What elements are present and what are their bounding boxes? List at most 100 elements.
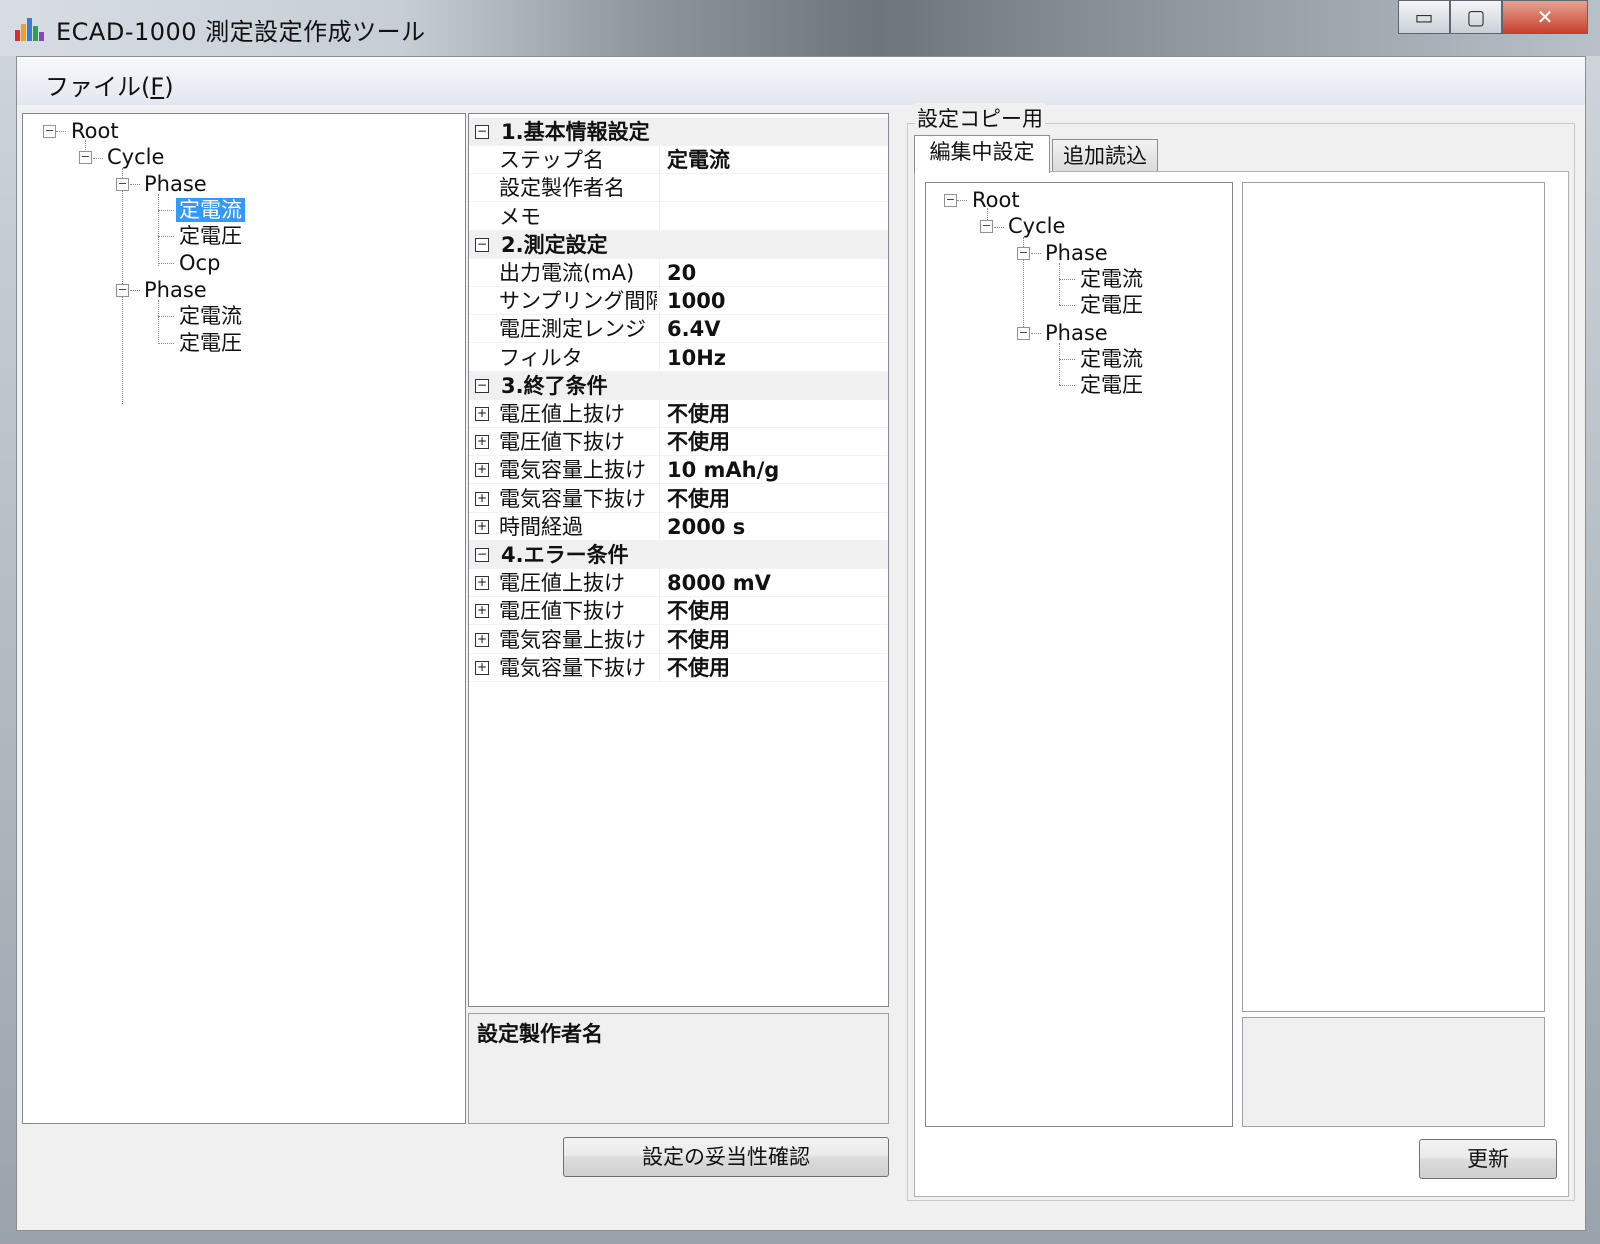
- property-value[interactable]: 定電流: [667, 146, 730, 174]
- collapse-icon[interactable]: −: [79, 151, 92, 164]
- expand-icon[interactable]: +: [475, 604, 489, 619]
- property-row[interactable]: + 電気容量下抜け 不使用: [469, 653, 888, 682]
- property-row[interactable]: + 時間経過 2000 s: [469, 512, 888, 541]
- property-value[interactable]: 10 mAh/g: [667, 456, 779, 484]
- collapse-icon[interactable]: −: [944, 194, 957, 207]
- app-logo-icon: [15, 18, 44, 41]
- property-row[interactable]: 電圧測定レンジ 6.4V: [469, 315, 888, 344]
- property-row[interactable]: + 電圧値上抜け 不使用: [469, 400, 888, 428]
- property-row[interactable]: + 電気容量下抜け 不使用: [469, 484, 888, 513]
- collapse-icon[interactable]: −: [116, 284, 129, 297]
- property-name: サンプリング間隔(: [499, 289, 657, 314]
- collapse-icon[interactable]: −: [1017, 327, 1030, 340]
- property-separator: [659, 428, 660, 457]
- property-name: 電圧値上抜け: [499, 402, 625, 426]
- property-value[interactable]: 8000 mV: [667, 569, 771, 597]
- collapse-icon[interactable]: −: [116, 178, 129, 191]
- property-name: 電圧値上抜け: [499, 571, 625, 596]
- copy-property-panel[interactable]: [1242, 182, 1545, 1012]
- collapse-icon[interactable]: −: [475, 548, 489, 562]
- property-name: 出力電流(mA): [499, 261, 635, 285]
- step-tree-panel[interactable]: − Root − Cycle − Phase 定電流 定電圧 Ocp − Pha…: [22, 113, 466, 1124]
- property-separator: [659, 569, 660, 598]
- update-button[interactable]: 更新: [1419, 1139, 1557, 1179]
- menu-file[interactable]: ファイル(F): [45, 67, 174, 102]
- property-value[interactable]: 不使用: [667, 597, 730, 625]
- tree-node-step[interactable]: Ocp: [179, 250, 220, 276]
- tree-node-step[interactable]: 定電流: [176, 197, 245, 223]
- property-value[interactable]: 不使用: [667, 485, 730, 513]
- property-separator: [659, 653, 660, 682]
- tree-node-cycle[interactable]: Cycle: [107, 144, 164, 170]
- expand-icon[interactable]: +: [475, 660, 489, 675]
- property-name: 電気容量上抜け: [499, 627, 646, 652]
- property-separator: [659, 484, 660, 513]
- expand-icon[interactable]: +: [475, 632, 489, 647]
- tree-node-step[interactable]: 定電圧: [179, 330, 242, 356]
- property-category[interactable]: −2.測定設定: [469, 230, 888, 259]
- tree-node-root[interactable]: Root: [972, 187, 1020, 213]
- property-row[interactable]: サンプリング間隔( 1000: [469, 287, 888, 316]
- property-grid[interactable]: −1.基本情報設定 ステップ名 定電流 設定製作者名 メモ −2.測定設定 出力電流(mA)…: [468, 113, 889, 1007]
- tree-node-step[interactable]: 定電流: [1080, 266, 1143, 292]
- property-row[interactable]: 出力電流(mA) 20: [469, 259, 888, 287]
- tab-editing-settings[interactable]: 編集中設定: [914, 135, 1050, 173]
- tree-node-phase[interactable]: Phase: [144, 171, 207, 197]
- tree-node-step[interactable]: 定電圧: [1080, 372, 1143, 398]
- tree-node-step[interactable]: 定電流: [179, 303, 242, 329]
- property-value[interactable]: 10Hz: [667, 344, 726, 372]
- tree-node-step[interactable]: 定電圧: [179, 223, 242, 249]
- collapse-icon[interactable]: −: [43, 125, 56, 138]
- property-value[interactable]: 2000 s: [667, 513, 745, 541]
- property-value[interactable]: 不使用: [667, 400, 730, 428]
- tree-node-root[interactable]: Root: [71, 118, 119, 144]
- property-row[interactable]: フィルタ 10Hz: [469, 343, 888, 372]
- close-button[interactable]: ✕: [1502, 0, 1588, 34]
- maximize-button[interactable]: ▢: [1450, 0, 1502, 34]
- property-row[interactable]: + 電圧値下抜け 不使用: [469, 428, 888, 457]
- expand-icon[interactable]: +: [475, 491, 489, 506]
- tree-node-phase[interactable]: Phase: [1045, 320, 1108, 346]
- property-value[interactable]: 20: [667, 259, 696, 287]
- property-separator: [659, 287, 660, 316]
- property-row[interactable]: + 電圧値下抜け 不使用: [469, 597, 888, 626]
- property-row[interactable]: 設定製作者名: [469, 174, 888, 203]
- property-value[interactable]: 不使用: [667, 428, 730, 456]
- expand-icon[interactable]: +: [475, 435, 489, 450]
- collapse-icon[interactable]: −: [475, 237, 489, 252]
- property-row[interactable]: + 電圧値上抜け 8000 mV: [469, 569, 888, 598]
- property-row[interactable]: メモ: [469, 202, 888, 231]
- tree-node-step[interactable]: 定電圧: [1080, 292, 1143, 318]
- property-value[interactable]: 1000: [667, 287, 725, 315]
- tree-node-phase[interactable]: Phase: [144, 277, 207, 303]
- expand-icon[interactable]: +: [475, 407, 489, 421]
- property-row[interactable]: + 電気容量上抜け 10 mAh/g: [469, 456, 888, 485]
- property-value[interactable]: 不使用: [667, 626, 730, 654]
- property-category[interactable]: −4.エラー条件: [469, 541, 888, 569]
- expand-icon[interactable]: +: [475, 576, 489, 591]
- collapse-icon[interactable]: −: [980, 220, 993, 233]
- property-name: 設定製作者名: [499, 176, 625, 201]
- tab-additional-load[interactable]: 追加読込: [1052, 139, 1158, 173]
- collapse-icon[interactable]: −: [1017, 247, 1030, 260]
- title-bar[interactable]: ECAD-1000 測定設定作成ツール ▭ ▢ ✕: [0, 0, 1600, 56]
- window-title: ECAD-1000 測定設定作成ツール: [56, 18, 426, 46]
- validate-settings-button[interactable]: 設定の妥当性確認: [563, 1137, 889, 1177]
- minimize-icon: ▭: [1414, 5, 1434, 29]
- tree-node-step[interactable]: 定電流: [1080, 346, 1143, 372]
- property-row[interactable]: + 電気容量上抜け 不使用: [469, 625, 888, 654]
- property-value[interactable]: 6.4V: [667, 315, 720, 343]
- app-window: ECAD-1000 測定設定作成ツール ▭ ▢ ✕ ファイル(F) − Root…: [0, 0, 1600, 1244]
- property-row[interactable]: ステップ名 定電流: [469, 146, 888, 175]
- property-category[interactable]: −3.終了条件: [469, 371, 888, 400]
- tree-node-cycle[interactable]: Cycle: [1008, 213, 1065, 239]
- expand-icon[interactable]: +: [475, 463, 489, 478]
- property-value[interactable]: 不使用: [667, 654, 730, 682]
- minimize-button[interactable]: ▭: [1398, 0, 1450, 34]
- collapse-icon[interactable]: −: [475, 378, 489, 393]
- tree-node-phase[interactable]: Phase: [1045, 240, 1108, 266]
- expand-icon[interactable]: +: [475, 519, 489, 534]
- collapse-icon[interactable]: −: [475, 125, 489, 139]
- copy-tree-panel[interactable]: − Root − Cycle − Phase 定電流 定電圧 − Phase 定…: [925, 182, 1233, 1127]
- property-category[interactable]: −1.基本情報設定: [469, 118, 888, 146]
